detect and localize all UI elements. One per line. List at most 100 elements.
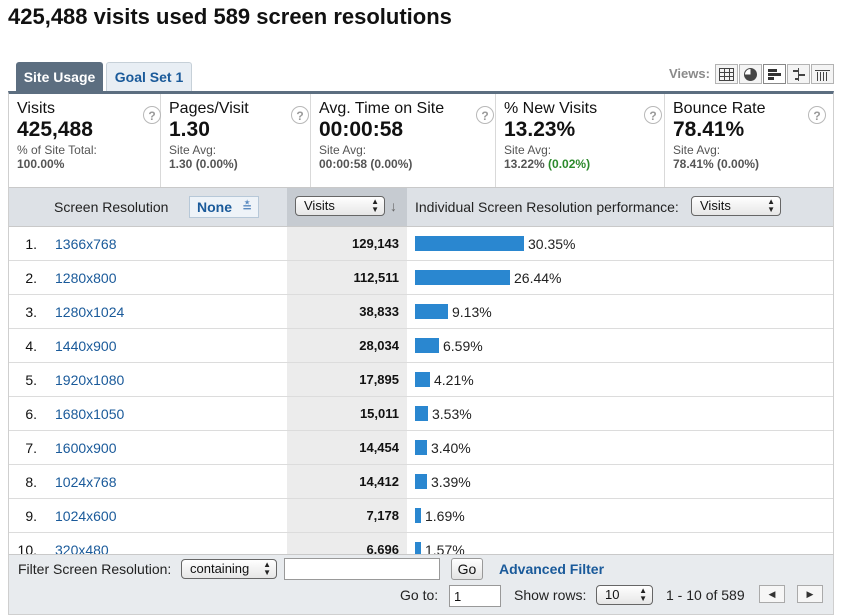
metric-value: 1.30 xyxy=(169,118,210,141)
resolution-link[interactable]: 1680x1050 xyxy=(55,406,124,422)
visits-value: 14,412 xyxy=(359,474,399,489)
page-title: 425,488 visits used 589 screen resolutio… xyxy=(8,4,452,29)
metric-sub-label: Site Avg: xyxy=(673,143,721,157)
tab-site-usage[interactable]: Site Usage xyxy=(16,62,103,91)
pie-view-icon[interactable] xyxy=(739,64,762,84)
table-row: 5. 1920x1080 17,895 4.21% xyxy=(9,363,833,397)
table-row: 6. 1680x1050 15,011 3.53% xyxy=(9,397,833,431)
double-chevron-icon: ≛ xyxy=(241,200,252,214)
metric-avg-time: Avg. Time on Site 00:00:58 Site Avg: 00:… xyxy=(311,94,496,187)
table-view-icon[interactable] xyxy=(715,64,738,84)
help-icon[interactable]: ? xyxy=(808,106,826,124)
performance-percent: 1.69% xyxy=(425,508,465,524)
performance-bar xyxy=(415,236,524,251)
visits-value: 112,511 xyxy=(353,270,399,285)
select-arrows-icon: ▲ ▼ xyxy=(371,197,379,214)
performance-percent: 26.44% xyxy=(514,270,562,286)
performance-percent: 30.35% xyxy=(528,236,576,252)
row-index: 5. xyxy=(25,372,37,388)
metric-sub-label: Site Avg: xyxy=(504,143,552,157)
table-row: 1. 1366x768 129,143 30.35% xyxy=(9,227,833,261)
table-row: 4. 1440x900 28,034 6.59% xyxy=(9,329,833,363)
table-header: Screen Resolution None ≛ Visits ▲ ▼ ↓ Ind… xyxy=(9,187,833,227)
resolution-link[interactable]: 1280x800 xyxy=(55,270,117,286)
sort-descending-icon[interactable]: ↓ xyxy=(390,198,397,214)
performance-bar xyxy=(415,270,510,285)
metric-sub-value-text: 13.22% xyxy=(504,157,549,171)
row-index: 7. xyxy=(25,440,37,456)
metric-value: 13.23% xyxy=(504,118,576,141)
resolution-link[interactable]: 1366x768 xyxy=(55,236,117,252)
select-arrows-icon: ▲ ▼ xyxy=(263,560,271,577)
tab-goal-set-1[interactable]: Goal Set 1 xyxy=(106,62,192,91)
table-body: 1. 1366x768 129,143 30.35% 2. 1280x800 112,511… xyxy=(9,227,833,567)
performance-percent: 3.53% xyxy=(432,406,472,422)
performance-percent: 3.39% xyxy=(431,474,471,490)
performance-select[interactable]: Visits ▲ ▼ xyxy=(691,196,781,216)
comparison-view-icon[interactable] xyxy=(787,64,810,84)
advanced-filter-link[interactable]: Advanced Filter xyxy=(499,561,604,577)
resolution-link[interactable]: 1024x600 xyxy=(55,508,117,524)
row-index: 9. xyxy=(25,508,37,524)
performance-bar xyxy=(415,304,448,319)
filter-mode-select[interactable]: containing ▲ ▼ xyxy=(181,559,277,579)
performance-percent: 4.21% xyxy=(434,372,474,388)
metric-sub-value: 1.30 (0.00%) xyxy=(169,157,238,171)
help-icon[interactable]: ? xyxy=(291,106,309,124)
metric-new-visits: % New Visits 13.23% Site Avg: 13.22% (0.… xyxy=(496,94,665,187)
metric-label: Pages/Visit xyxy=(169,100,249,117)
resolution-table: Screen Resolution None ≛ Visits ▲ ▼ ↓ Ind… xyxy=(8,187,834,567)
select-arrows-icon: ▲ ▼ xyxy=(639,586,647,603)
metric-select-value: Visits xyxy=(304,198,335,213)
resolution-link[interactable]: 1280x1024 xyxy=(55,304,124,320)
performance-select-value: Visits xyxy=(700,198,731,213)
segment-none-button[interactable]: None ≛ xyxy=(189,196,259,218)
resolution-link[interactable]: 1024x768 xyxy=(55,474,117,490)
row-index: 6. xyxy=(25,406,37,422)
visits-value: 7,178 xyxy=(366,508,399,523)
prev-page-button[interactable]: ◀ xyxy=(759,585,785,603)
table-row: 3. 1280x1024 38,833 9.13% xyxy=(9,295,833,329)
visits-value: 17,895 xyxy=(359,372,399,387)
metric-select[interactable]: Visits ▲ ▼ xyxy=(295,196,385,216)
resolution-link[interactable]: 1600x900 xyxy=(55,440,117,456)
pagination-range: 1 - 10 of 589 xyxy=(666,587,745,603)
performance-bar xyxy=(415,372,430,387)
performance-bar xyxy=(415,406,428,421)
pivot-view-icon[interactable] xyxy=(811,64,834,84)
table-row: 8. 1024x768 14,412 3.39% xyxy=(9,465,833,499)
show-rows-value: 10 xyxy=(605,587,620,602)
help-icon[interactable]: ? xyxy=(143,106,161,124)
goto-input[interactable] xyxy=(449,585,501,607)
show-rows-select[interactable]: 10 ▲ ▼ xyxy=(596,585,653,605)
help-icon[interactable]: ? xyxy=(476,106,494,124)
metric-label: Visits xyxy=(17,100,55,117)
metric-value: 00:00:58 xyxy=(319,118,404,141)
metric-bounce-rate: Bounce Rate 78.41% Site Avg: 78.41% (0.0… xyxy=(665,94,833,187)
metric-label: Avg. Time on Site xyxy=(319,100,445,117)
metric-delta: (0.02%) xyxy=(548,157,591,171)
resolution-link[interactable]: 1920x1080 xyxy=(55,372,124,388)
go-button[interactable]: Go xyxy=(451,558,483,580)
metric-sub-value: 78.41% (0.00%) xyxy=(673,157,760,171)
help-icon[interactable]: ? xyxy=(644,106,662,124)
resolution-link[interactable]: 1440x900 xyxy=(55,338,117,354)
performance-bar xyxy=(415,474,427,489)
metric-sub-value: 13.22% (0.02%) xyxy=(504,157,664,171)
performance-bar xyxy=(415,440,427,455)
row-index: 1. xyxy=(25,236,37,252)
performance-label: Individual Screen Resolution performance… xyxy=(415,199,679,215)
bar-view-icon[interactable] xyxy=(763,64,786,84)
metric-value: 78.41% xyxy=(673,118,745,141)
filter-mode-value: containing xyxy=(190,561,250,576)
metric-label: % New Visits xyxy=(504,100,598,117)
table-row: 7. 1600x900 14,454 3.40% xyxy=(9,431,833,465)
row-index: 3. xyxy=(25,304,37,320)
table-row: 2. 1280x800 112,511 26.44% xyxy=(9,261,833,295)
performance-percent: 9.13% xyxy=(452,304,492,320)
dimension-header[interactable]: Screen Resolution xyxy=(54,199,168,215)
next-page-button[interactable]: ▶ xyxy=(797,585,823,603)
table-row: 9. 1024x600 7,178 1.69% xyxy=(9,499,833,533)
performance-bar xyxy=(415,508,421,523)
filter-input[interactable] xyxy=(284,558,440,580)
